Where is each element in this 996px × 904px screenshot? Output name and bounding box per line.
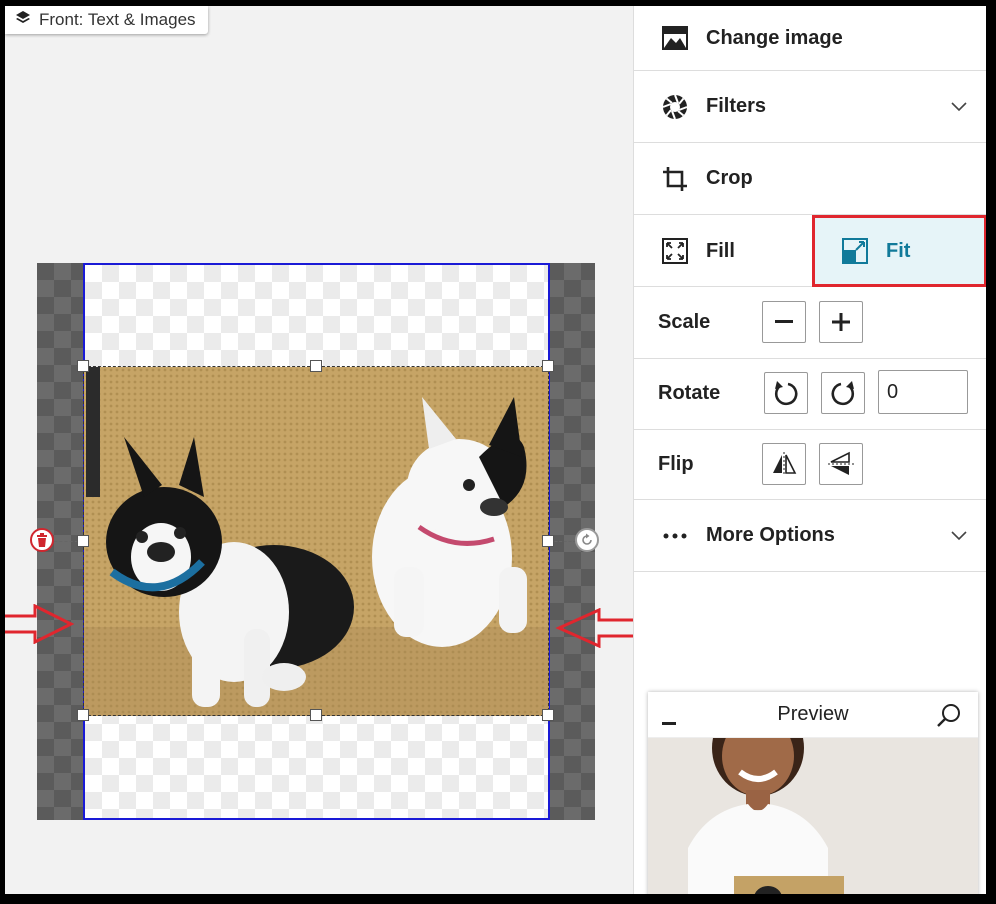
rotate-cw-icon <box>831 381 855 406</box>
flip-vertical-icon <box>828 451 854 475</box>
flip-horizontal-icon <box>773 452 797 476</box>
resize-handle-bottom-left[interactable] <box>77 709 89 721</box>
flip-horizontal-button[interactable] <box>762 443 806 485</box>
minus-icon <box>775 320 793 323</box>
resize-handle-top[interactable] <box>310 360 322 372</box>
expand-icon <box>662 238 688 264</box>
rotate-left-button[interactable] <box>764 372 808 414</box>
fill-fit-row: Fill Fit <box>634 215 986 287</box>
delete-image-button[interactable] <box>30 528 54 552</box>
crop-icon <box>662 166 688 192</box>
resize-handle-bottom[interactable] <box>310 709 322 721</box>
more-options-row[interactable]: More Options <box>634 500 986 572</box>
flip-row: Flip <box>634 430 986 500</box>
scale-up-button[interactable] <box>819 301 863 343</box>
resize-handle-bottom-right[interactable] <box>542 709 554 721</box>
preview-header: Preview <box>648 692 978 738</box>
fill-label: Fill <box>706 239 735 262</box>
image-icon <box>662 25 688 51</box>
breadcrumb-label: Front: Text & Images <box>39 10 196 29</box>
filters-row[interactable]: Filters <box>634 71 986 143</box>
plus-icon <box>832 313 850 331</box>
image-options-panel: Change image Filters Crop Fill Fit Scale… <box>633 6 986 894</box>
more-dots-icon <box>662 523 688 549</box>
fit-option[interactable]: Fit <box>812 215 986 287</box>
rotate-right-button[interactable] <box>821 372 865 414</box>
rotate-angle-input[interactable] <box>878 370 968 414</box>
zoom-preview-button[interactable] <box>936 703 962 734</box>
layers-icon <box>15 10 31 31</box>
trash-icon <box>37 533 47 547</box>
search-icon <box>937 704 960 727</box>
resize-handle-right[interactable] <box>542 535 554 547</box>
breadcrumb[interactable]: Front: Text & Images <box>5 6 208 34</box>
dog-photo[interactable] <box>84 367 549 716</box>
editor-frame: Front: Text & Images Change image Filter… <box>5 6 986 894</box>
fit-label: Fit <box>886 239 911 262</box>
rotate-ccw-icon <box>774 381 798 406</box>
chevron-down-icon <box>951 101 967 111</box>
crop-label: Crop <box>706 167 753 189</box>
flip-vertical-button[interactable] <box>819 443 863 485</box>
scale-row: Scale <box>634 287 986 359</box>
resize-handle-left[interactable] <box>77 535 89 547</box>
more-options-label: More Options <box>706 524 835 546</box>
filters-label: Filters <box>706 95 767 117</box>
crop-row[interactable]: Crop <box>634 143 986 215</box>
right-arrow-annotation-icon <box>5 604 75 644</box>
preview-title: Preview <box>777 703 849 725</box>
tshirt-preview-image <box>648 738 978 894</box>
aperture-icon <box>662 94 688 120</box>
rotate-handle-button[interactable] <box>575 528 599 552</box>
rotate-label: Rotate <box>658 382 721 404</box>
change-image-row[interactable]: Change image <box>634 6 986 71</box>
rotate-icon <box>582 533 592 545</box>
resize-handle-top-left[interactable] <box>77 360 89 372</box>
preview-panel: Preview <box>648 692 978 894</box>
resize-handle-top-right[interactable] <box>542 360 554 372</box>
fill-option[interactable]: Fill <box>634 215 812 287</box>
scale-down-button[interactable] <box>762 301 806 343</box>
flip-label: Flip <box>658 453 694 475</box>
scale-label: Scale <box>658 311 711 333</box>
fit-icon <box>842 238 868 264</box>
chevron-down-icon <box>951 530 967 540</box>
change-image-label: Change image <box>706 26 843 49</box>
